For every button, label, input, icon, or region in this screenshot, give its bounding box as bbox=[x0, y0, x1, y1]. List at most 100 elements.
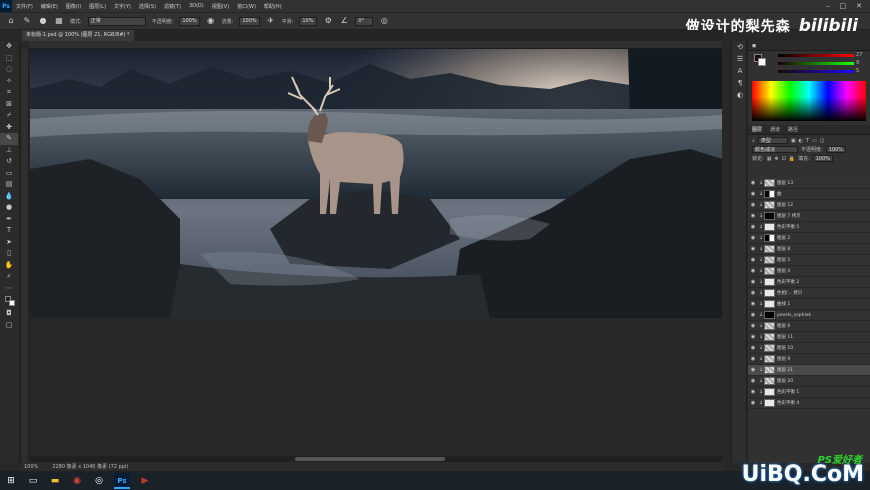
layer-name[interactable]: 色彩平衡 4 bbox=[777, 400, 799, 406]
quick-mask-icon[interactable]: ◘ bbox=[0, 308, 18, 320]
layer-name[interactable]: 图层 11 bbox=[777, 334, 793, 340]
layer-row[interactable]: ◉ ↓ 图层 20 bbox=[748, 376, 870, 387]
filter-smart-icon[interactable]: ◫ bbox=[820, 138, 825, 144]
blend-mode-select[interactable]: 颜色减淡 bbox=[752, 146, 798, 153]
pressure-opacity-icon[interactable]: ◉ bbox=[206, 16, 216, 26]
layer-name[interactable]: 曲线 1 bbox=[777, 301, 790, 307]
menu-file[interactable]: 文件(F) bbox=[12, 3, 37, 10]
color-spectrum[interactable] bbox=[752, 81, 866, 121]
rectangle-tool-icon[interactable]: ▯ bbox=[0, 248, 18, 260]
pressure-size-icon[interactable]: ◎ bbox=[379, 16, 389, 26]
layer-row[interactable]: ◉ ↓ 图层 5 bbox=[748, 255, 870, 266]
eye-icon[interactable]: ◉ bbox=[748, 367, 758, 373]
filter-type-icon[interactable]: T bbox=[806, 138, 809, 144]
lasso-tool-icon[interactable]: ◌ bbox=[0, 64, 18, 76]
eye-icon[interactable]: ◉ bbox=[748, 257, 758, 263]
dodge-tool-icon[interactable]: ● bbox=[0, 202, 18, 214]
eye-icon[interactable]: ◉ bbox=[748, 290, 758, 296]
app-icon[interactable]: ◎ bbox=[92, 474, 106, 488]
filter-pixel-icon[interactable]: ▣ bbox=[791, 138, 796, 144]
clone-stamp-tool-icon[interactable]: ⊥ bbox=[0, 145, 18, 157]
smoothing-field[interactable]: 10% bbox=[299, 16, 318, 26]
airbrush-icon[interactable]: ✈ bbox=[266, 16, 276, 26]
layer-name[interactable]: 色彩平衡 2 bbox=[777, 279, 799, 285]
minimize-icon[interactable]: – bbox=[826, 2, 830, 10]
eye-icon[interactable]: ◉ bbox=[748, 191, 758, 197]
photoshop-taskbar-icon[interactable]: Ps bbox=[114, 472, 130, 489]
file-explorer-icon[interactable]: ▬ bbox=[48, 474, 62, 488]
eraser-tool-icon[interactable]: ▭ bbox=[0, 168, 18, 180]
layer-opacity-field[interactable]: 100% bbox=[825, 146, 846, 153]
maximize-icon[interactable]: □ bbox=[840, 2, 847, 10]
layer-row[interactable]: ◉ ↓ pexels_sophiek bbox=[748, 310, 870, 321]
red-slider[interactable] bbox=[778, 54, 854, 57]
type-tool-icon[interactable]: T bbox=[0, 225, 18, 237]
close-icon[interactable]: ✕ bbox=[856, 2, 862, 10]
zoom-level[interactable]: 100% bbox=[24, 464, 38, 470]
layer-fill-field[interactable]: 100% bbox=[812, 155, 834, 162]
history-brush-tool-icon[interactable]: ↺ bbox=[0, 156, 18, 168]
layer-name[interactable]: 图层 2 bbox=[777, 235, 790, 241]
layer-name[interactable]: 图层 6 bbox=[777, 323, 790, 329]
layer-row[interactable]: ◉ ↓ 图层 2 bbox=[748, 233, 870, 244]
layer-name[interactable]: 图层 10 bbox=[777, 345, 793, 351]
blur-tool-icon[interactable]: 💧 bbox=[0, 191, 18, 203]
layer-name[interactable]: 色彩平衡 5 bbox=[777, 224, 799, 230]
eye-icon[interactable]: ◉ bbox=[748, 224, 758, 230]
brush-tool-icon-active[interactable]: ✎ bbox=[0, 133, 18, 145]
eye-icon[interactable]: ◉ bbox=[748, 202, 758, 208]
properties-panel-icon[interactable]: ☰ bbox=[732, 53, 748, 65]
layer-row[interactable]: ◉ ↓ 曲 bbox=[748, 189, 870, 200]
layer-row[interactable]: ◉ ↓ 图层 4 bbox=[748, 266, 870, 277]
menu-filter[interactable]: 滤镜(T) bbox=[160, 3, 185, 10]
layer-row[interactable]: ◉ ↓ 图层 12 bbox=[748, 200, 870, 211]
eye-icon[interactable]: ◉ bbox=[748, 312, 758, 318]
layer-name[interactable]: 色相/... 拷贝 bbox=[777, 290, 802, 296]
menu-edit[interactable]: 编辑(E) bbox=[37, 3, 62, 10]
lock-pixels-icon[interactable]: ▦ bbox=[767, 156, 772, 162]
layer-row[interactable]: ◉ ↓ 色相/... 拷贝 bbox=[748, 288, 870, 299]
more-tools-icon[interactable]: ⋯ bbox=[0, 283, 18, 295]
tab-layers[interactable]: 图层 bbox=[752, 126, 762, 133]
home-icon[interactable]: ⌂ bbox=[6, 16, 16, 26]
green-value[interactable]: 9 bbox=[856, 60, 859, 66]
character-panel-icon[interactable]: A bbox=[732, 65, 748, 77]
tab-paths[interactable]: 路径 bbox=[788, 126, 798, 133]
menu-view[interactable]: 视图(V) bbox=[208, 3, 233, 10]
screen-mode-icon[interactable]: ▢ bbox=[0, 320, 18, 332]
eye-icon[interactable]: ◉ bbox=[748, 180, 758, 186]
pen-tool-icon[interactable]: ✒ bbox=[0, 214, 18, 226]
layer-row[interactable]: ◉ ↓ 图层 21 bbox=[748, 365, 870, 376]
document-canvas[interactable] bbox=[30, 49, 722, 318]
eyedropper-tool-icon[interactable]: ⌿ bbox=[0, 110, 18, 122]
task-view-icon[interactable]: ▭ bbox=[26, 474, 40, 488]
menu-3d[interactable]: 3D(D) bbox=[185, 3, 208, 9]
layer-row[interactable]: ◉ ↓ 图层 6 bbox=[748, 321, 870, 332]
document-tab[interactable]: 未标题-1.psd @ 100% (图层 21, RGB/8#) * bbox=[22, 30, 134, 41]
chrome-icon[interactable]: ◉ bbox=[70, 474, 84, 488]
layer-row[interactable]: ◉ ↓ 曲线 1 bbox=[748, 299, 870, 310]
zoom-tool-icon[interactable]: ⌕ bbox=[0, 271, 18, 283]
history-panel-icon[interactable]: ⟲ bbox=[732, 41, 748, 53]
layer-row[interactable]: ◉ ↓ 色彩平衡 1 bbox=[748, 387, 870, 398]
eye-icon[interactable]: ◉ bbox=[748, 389, 758, 395]
layer-name[interactable]: 图层 9 bbox=[777, 356, 790, 362]
layer-row[interactable]: ◉ ↓ 色彩平衡 5 bbox=[748, 222, 870, 233]
menu-type[interactable]: 文字(Y) bbox=[110, 3, 135, 10]
scroll-thumb[interactable] bbox=[295, 457, 445, 461]
filter-adjustment-icon[interactable]: ◐ bbox=[799, 138, 803, 144]
eye-icon[interactable]: ◉ bbox=[748, 301, 758, 307]
eye-icon[interactable]: ◉ bbox=[748, 279, 758, 285]
filter-shape-icon[interactable]: ▭ bbox=[812, 138, 817, 144]
lock-artboard-icon[interactable]: ⊡ bbox=[782, 156, 786, 162]
layer-row[interactable]: ◉ ↓ 图层 13 bbox=[748, 178, 870, 189]
menu-image[interactable]: 图像(I) bbox=[62, 3, 85, 10]
eye-icon[interactable]: ◉ bbox=[748, 400, 758, 406]
mode-select[interactable]: 正常 bbox=[87, 16, 146, 26]
eye-icon[interactable]: ◉ bbox=[748, 213, 758, 219]
windows-start-icon[interactable]: ⊞ bbox=[4, 474, 18, 488]
layer-name[interactable]: 色彩平衡 1 bbox=[777, 389, 799, 395]
red-value[interactable]: 27 bbox=[856, 52, 862, 58]
path-selection-tool-icon[interactable]: ➤ bbox=[0, 237, 18, 249]
color-bg-swatch[interactable] bbox=[758, 58, 766, 66]
